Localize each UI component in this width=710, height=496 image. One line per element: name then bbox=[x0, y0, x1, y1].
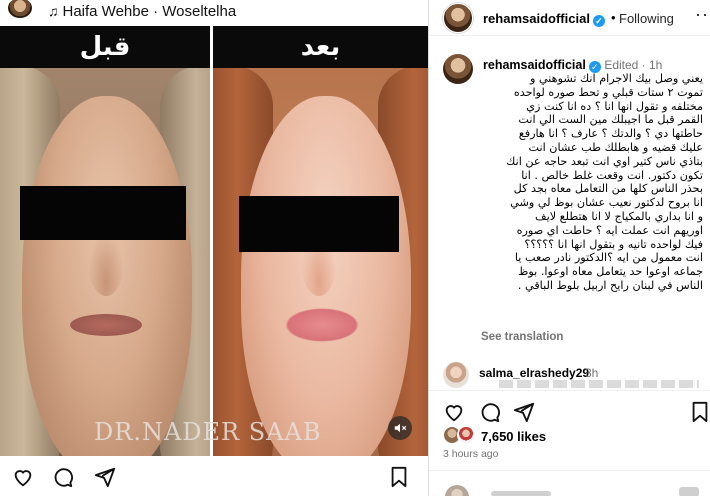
see-translation-link[interactable]: See translation bbox=[481, 331, 563, 343]
before-panel: قبل bbox=[0, 26, 210, 456]
bookmark-icon[interactable] bbox=[386, 464, 412, 490]
comment-meta-clipped bbox=[679, 487, 699, 496]
author-avatar[interactable] bbox=[443, 3, 473, 33]
bookmark-icon[interactable] bbox=[687, 399, 710, 425]
comment-text-clipped bbox=[499, 380, 699, 388]
action-bar bbox=[429, 390, 710, 426]
next-comment-row bbox=[429, 470, 710, 496]
more-options-icon[interactable]: ··· bbox=[695, 4, 710, 25]
verified-badge-icon: ✓ bbox=[592, 15, 605, 27]
share-icon[interactable] bbox=[92, 464, 118, 490]
caption-text: يعني وصل بيك الاجرام انك تشوهني و تموت ٢… bbox=[506, 72, 703, 292]
caption-meta: rehamsaidofficial ✓ Edited · 1h bbox=[483, 58, 662, 73]
before-label: قبل bbox=[0, 26, 210, 68]
caption-username[interactable]: rehamsaidofficial bbox=[483, 58, 586, 72]
comment-item: salma_elrashedy29 3h bbox=[429, 360, 710, 390]
before-lips bbox=[70, 314, 142, 336]
post-caption: rehamsaidofficial ✓ Edited · 1h يعني وصل … bbox=[429, 48, 710, 348]
post-image[interactable]: قبل بعد DR.NADER SAAB bbox=[0, 26, 428, 456]
heart-icon[interactable] bbox=[10, 464, 36, 490]
caption-edited-time: Edited · 1h bbox=[604, 58, 663, 72]
caption-author-avatar[interactable] bbox=[443, 54, 473, 84]
post-header: rehamsaidofficial✓ • Following ··· bbox=[429, 0, 710, 36]
likes-count[interactable]: 7,650 likes bbox=[481, 429, 546, 444]
following-button[interactable]: Following bbox=[619, 11, 674, 26]
after-eye-censor-bar bbox=[239, 196, 399, 252]
speaker-muted-icon[interactable] bbox=[388, 416, 412, 440]
post-media-pane: ♫ Haifa Wehbe · Woseltelha قبل بعد DR.NAD… bbox=[0, 0, 428, 496]
music-note-icon: ♫ bbox=[48, 3, 59, 19]
commenter-avatar[interactable] bbox=[445, 485, 469, 496]
share-icon[interactable] bbox=[511, 399, 537, 425]
post-timestamp[interactable]: 3 hours ago bbox=[443, 448, 498, 460]
before-eye-censor-bar bbox=[20, 186, 186, 240]
audio-bar[interactable]: ♫ Haifa Wehbe · Woseltelha bbox=[0, 0, 428, 26]
audio-author-avatar[interactable] bbox=[6, 0, 34, 20]
likes-summary: 7,650 likes bbox=[429, 424, 710, 448]
comment-icon[interactable] bbox=[477, 399, 503, 425]
author-username: rehamsaidofficial bbox=[483, 11, 590, 26]
post-details-pane: rehamsaidofficial✓ • Following ··· reham… bbox=[428, 0, 710, 496]
comment-text-clipped bbox=[491, 491, 551, 496]
image-watermark: DR.NADER SAAB bbox=[94, 418, 322, 446]
liker-avatar[interactable] bbox=[457, 426, 475, 444]
after-panel: بعد bbox=[213, 26, 428, 456]
audio-title: Haifa Wehbe · Woseltelha bbox=[62, 3, 237, 20]
after-label: بعد bbox=[213, 26, 428, 68]
comment-icon[interactable] bbox=[50, 464, 76, 490]
comment-time: 3h bbox=[585, 366, 599, 380]
audio-link[interactable]: ♫ Haifa Wehbe · Woseltelha bbox=[48, 3, 236, 20]
left-action-bar bbox=[0, 458, 428, 496]
heart-icon[interactable] bbox=[441, 399, 467, 425]
author-username-link[interactable]: rehamsaidofficial ✓ bbox=[483, 11, 605, 27]
after-lips bbox=[285, 308, 359, 342]
header-separator: • bbox=[611, 10, 616, 25]
commenter-avatar[interactable] bbox=[443, 362, 469, 388]
commenter-username[interactable]: salma_elrashedy29 bbox=[479, 366, 589, 380]
